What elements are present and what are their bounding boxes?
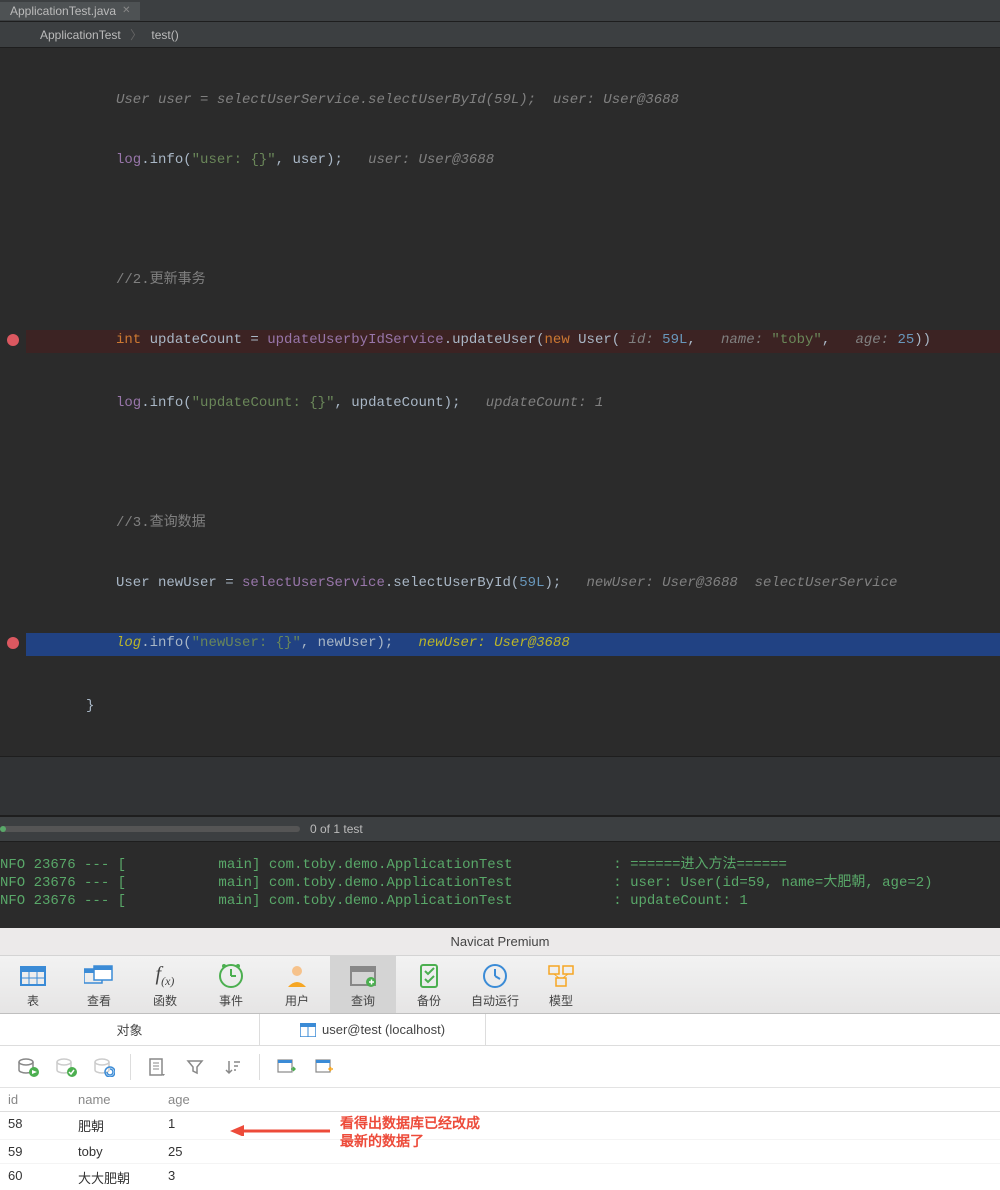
col-name[interactable]: name	[70, 1088, 160, 1111]
console-output[interactable]: NFO 23676 --- [ main] com.toby.demo.Appl…	[0, 842, 1000, 928]
subtab-query[interactable]: user@test (localhost)	[260, 1014, 486, 1045]
table-header: id name age	[0, 1088, 1000, 1112]
col-age[interactable]: age	[160, 1088, 230, 1111]
test-progress-bar: 0 of 1 test	[0, 816, 1000, 842]
breadcrumb: ApplicationTest 〉 test()	[0, 22, 1000, 48]
toolbar-表[interactable]: 表	[0, 956, 66, 1013]
navicat-window: Navicat Premium 表查看f(x)函数事件用户查询备份自动运行模型 …	[0, 928, 1000, 1190]
subtab-objects[interactable]: 对象	[0, 1014, 260, 1045]
table-row[interactable]: 58肥朝1	[0, 1112, 1000, 1140]
editor-tab[interactable]: ApplicationTest.java ✕	[0, 2, 140, 20]
breadcrumb-sep: 〉	[124, 28, 148, 42]
toolbar-函数[interactable]: f(x)函数	[132, 956, 198, 1013]
breadcrumb-class[interactable]: ApplicationTest	[40, 28, 121, 42]
annotation-text: 看得出数据库已经改成 最新的数据了	[340, 1114, 480, 1150]
toolbar-事件[interactable]: 事件	[198, 956, 264, 1013]
toolbar-查询[interactable]: 查询	[330, 956, 396, 1013]
table-row[interactable]: 60大大肥朝3	[0, 1164, 1000, 1190]
toolbar-查看[interactable]: 查看	[66, 956, 132, 1013]
toolbar-用户[interactable]: 用户	[264, 956, 330, 1013]
arrow-icon	[230, 1124, 330, 1136]
test-count-label: 0 of 1 test	[300, 822, 363, 836]
table-row[interactable]: 59toby25	[0, 1140, 1000, 1164]
db-check-icon[interactable]	[54, 1055, 78, 1079]
code-editor[interactable]: User user = selectUserService.selectUser…	[0, 48, 1000, 756]
progress-fill	[0, 826, 6, 832]
breakpoint-icon[interactable]	[7, 637, 19, 649]
editor-divider	[0, 756, 1000, 816]
toolbar-备份[interactable]: 备份	[396, 956, 462, 1013]
ide-tab-bar: ApplicationTest.java ✕	[0, 0, 1000, 22]
navicat-subtabs: 对象 user@test (localhost)	[0, 1014, 1000, 1046]
filter-icon[interactable]	[183, 1055, 207, 1079]
result-table[interactable]: id name age 58肥朝159toby2560大大肥朝3 看得出数据库已…	[0, 1088, 1000, 1190]
tab-label: ApplicationTest.java	[10, 4, 116, 18]
table-icon	[300, 1023, 316, 1037]
db-refresh-icon[interactable]	[92, 1055, 116, 1079]
breadcrumb-method[interactable]: test()	[151, 28, 178, 42]
col-id[interactable]: id	[0, 1088, 70, 1111]
toolbar-自动运行[interactable]: 自动运行	[462, 956, 528, 1013]
navicat-toolbar: 表查看f(x)函数事件用户查询备份自动运行模型	[0, 956, 1000, 1014]
toolbar-模型[interactable]: 模型	[528, 956, 594, 1013]
window-title: Navicat Premium	[0, 928, 1000, 956]
breakpoint-icon[interactable]	[7, 334, 19, 346]
export-icon[interactable]	[312, 1055, 336, 1079]
sort-icon[interactable]	[221, 1055, 245, 1079]
import-icon[interactable]	[274, 1055, 298, 1079]
db-play-icon[interactable]	[16, 1055, 40, 1079]
table-toolbar	[0, 1046, 1000, 1088]
page-icon[interactable]	[145, 1055, 169, 1079]
close-icon[interactable]: ✕	[122, 5, 130, 16]
progress-track	[0, 826, 300, 832]
